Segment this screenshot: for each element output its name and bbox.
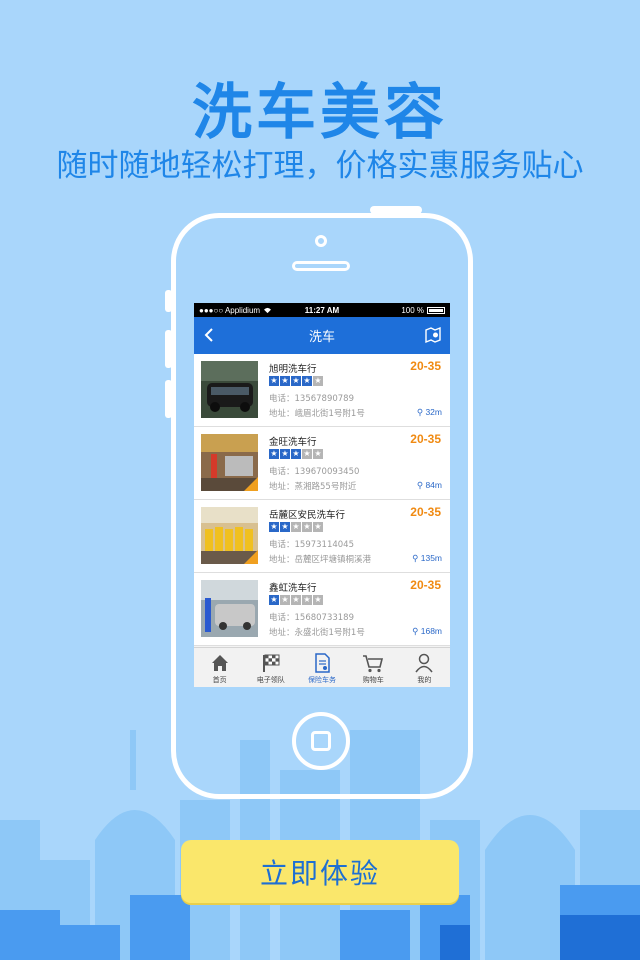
tab-guide[interactable]: 电子领队 [245, 648, 296, 687]
tab-cart[interactable]: 购物车 [348, 648, 399, 687]
star-icon: ★ [269, 449, 279, 459]
location-pin-icon: ⚲ [412, 626, 419, 636]
battery-percent: 100 % [401, 305, 424, 315]
shop-distance: ⚲ 135m [412, 553, 442, 563]
star-icon: ★ [291, 595, 301, 605]
back-arrow-icon[interactable] [200, 325, 220, 345]
shop-distance: ⚲ 168m [412, 626, 442, 636]
shop-photo [201, 434, 258, 491]
star-icon: ★ [280, 595, 290, 605]
tab-home[interactable]: 首页 [194, 648, 245, 687]
wifi-icon [264, 307, 272, 313]
checkered-flag-icon [262, 654, 280, 672]
carrier-label: ●●●○○ Applidium [199, 305, 261, 315]
shop-address: 地址：永盛北街1号附1号 [269, 628, 365, 638]
shop-name: 岳麓区安民洗车行 [269, 510, 346, 521]
shop-name: 鑫虹洗车行 [269, 583, 317, 594]
star-icon: ★ [313, 376, 323, 386]
location-pin-icon: ⚲ [416, 480, 424, 490]
list-item[interactable]: 鑫虹洗车行 20-35 ★ ★ ★ ★ ★ 电话：15680733189 地址：永盛北街… [194, 573, 450, 646]
tab-label: 购物车 [362, 676, 384, 684]
list-item[interactable]: 金旺洗车行 20-35 ★ ★ ★ ★ ★ 电话：139670093450 地址：蒸湘路… [194, 427, 450, 500]
shop-phone: 电话：15973114045 [269, 540, 354, 550]
tab-label: 保险车务 [308, 676, 336, 684]
tab-label: 我的 [417, 676, 432, 684]
star-icon: ★ [313, 449, 323, 459]
document-icon [315, 653, 330, 673]
star-icon: ★ [269, 522, 279, 532]
shop-distance: ⚲ 84m [416, 480, 442, 490]
tab-bar: 首页 电子领队 保险车务 购物车 我的 [194, 647, 450, 687]
shop-address: 地址：峨眉北街1号附1号 [269, 409, 365, 419]
promo-subtitle: 随时随地轻松打理，价格实惠服务贴心 [56, 148, 584, 184]
promo-title: 洗车美容 [192, 78, 448, 148]
nav-title: 洗车 [308, 330, 335, 345]
tab-label: 电子领队 [256, 676, 285, 684]
shop-distance: ⚲ 32m [416, 407, 442, 417]
home-icon [211, 655, 228, 671]
location-pin-icon: ⚲ [416, 407, 424, 417]
list-item[interactable]: 岳麓区安民洗车行 20-35 ★ ★ ★ ★ ★ 电话：15973114045 地址：岳… [194, 500, 450, 573]
vip-tag-icon [244, 550, 258, 564]
star-icon: ★ [313, 595, 323, 605]
try-now-button[interactable]: 立即体验 [181, 840, 459, 903]
shop-photo [201, 580, 258, 637]
shop-price: 20-35 [410, 505, 441, 519]
shop-phone: 电话：15680733189 [269, 613, 354, 623]
star-icon: ★ [302, 376, 312, 386]
list-item[interactable]: 旭明洗车行 20-35 ★ ★ ★ ★ ★ 电话：13567890789 地址：峨眉北街… [194, 354, 450, 427]
status-time: 11:27 AM [304, 305, 340, 315]
location-pin-icon: ⚲ [412, 553, 419, 563]
user-icon [415, 653, 434, 673]
shop-phone: 电话：139670093450 [269, 467, 360, 477]
star-icon: ★ [269, 595, 279, 605]
shop-photo [201, 507, 258, 564]
rating-stars: ★ ★ ★ ★ ★ [269, 376, 323, 386]
phone-home-button [292, 712, 350, 770]
star-icon: ★ [291, 522, 301, 532]
shop-price: 20-35 [410, 578, 441, 592]
map-icon[interactable] [424, 326, 442, 344]
rating-stars: ★ ★ ★ ★ ★ [269, 522, 323, 532]
shop-name: 金旺洗车行 [269, 437, 317, 448]
shop-price: 20-35 [410, 359, 441, 373]
star-icon: ★ [269, 376, 279, 386]
shop-name: 旭明洗车行 [269, 364, 317, 375]
tab-me[interactable]: 我的 [399, 648, 450, 687]
nav-bar: 洗车 [194, 317, 450, 354]
shop-address: 地址：蒸湘路55号附近 [269, 482, 357, 492]
shop-phone: 电话：13567890789 [269, 394, 354, 404]
cart-icon [363, 655, 384, 673]
tab-label: 首页 [212, 676, 227, 684]
vip-tag-icon [244, 477, 258, 491]
rating-stars: ★ ★ ★ ★ ★ [269, 449, 323, 459]
star-icon: ★ [302, 595, 312, 605]
star-icon: ★ [302, 522, 312, 532]
star-icon: ★ [302, 449, 312, 459]
status-bar: ●●●○○ Applidium 11:27 AM 100 % [194, 303, 450, 317]
rating-stars: ★ ★ ★ ★ ★ [269, 595, 323, 605]
shop-list: 旭明洗车行 20-35 ★ ★ ★ ★ ★ 电话：13567890789 地址：峨眉北街… [194, 354, 450, 646]
phone-camera [315, 235, 327, 247]
shop-address: 地址：岳麓区坪塘镇桐溪港 [269, 555, 372, 565]
app-screen: ●●●○○ Applidium 11:27 AM 100 % 洗车 旭明洗车行 … [194, 303, 450, 687]
star-icon: ★ [291, 449, 301, 459]
star-icon: ★ [313, 522, 323, 532]
phone-speaker [292, 261, 350, 271]
tab-insurance[interactable]: 保险车务 [296, 648, 347, 687]
star-icon: ★ [280, 522, 290, 532]
shop-price: 20-35 [410, 432, 441, 446]
star-icon: ★ [291, 376, 301, 386]
star-icon: ★ [280, 376, 290, 386]
battery-icon [427, 306, 445, 314]
star-icon: ★ [280, 449, 290, 459]
shop-photo [201, 361, 258, 418]
